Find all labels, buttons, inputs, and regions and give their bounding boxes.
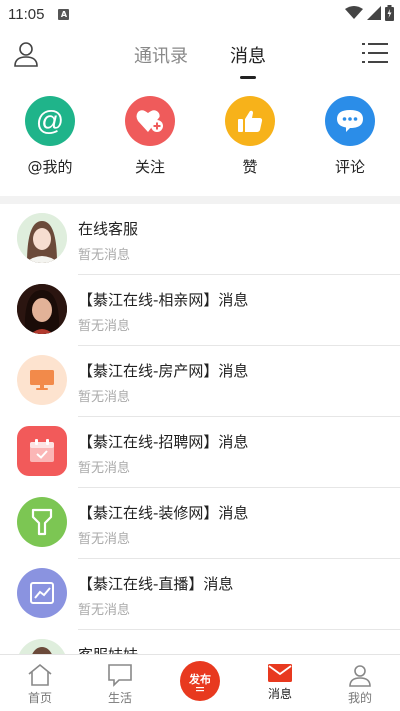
message-row-jobs[interactable]: 【綦江在线-招聘网】消息 暂无消息 [0, 417, 400, 488]
message-title: 【綦江在线-房产网】消息 [78, 362, 249, 380]
status-icons [345, 5, 394, 21]
quick-comments[interactable]: 评论 [300, 96, 400, 186]
nav-label: 消息 [267, 687, 292, 701]
message-subtitle: 暂无消息 [78, 532, 131, 547]
status-time: 11:05 [8, 5, 45, 23]
message-title: 客服妹妹 [78, 644, 138, 654]
quick-actions: @ @我的 关注 赞 评论 [0, 96, 400, 186]
quick-likes[interactable]: 赞 [200, 96, 300, 186]
quick-label: 关注 [134, 158, 165, 176]
publish-button[interactable]: 发布 [180, 661, 220, 701]
chart-icon [17, 568, 67, 618]
section-divider [0, 196, 400, 204]
message-subtitle: 暂无消息 [78, 248, 131, 263]
nav-label: 首页 [27, 691, 52, 705]
nav-label: 我的 [347, 691, 372, 705]
quick-label: @我的 [27, 158, 73, 176]
message-title: 【綦江在线-直播】消息 [78, 575, 234, 593]
message-row-decoration[interactable]: 【綦江在线-装修网】消息 暂无消息 [0, 488, 400, 559]
user-icon [349, 665, 371, 687]
message-row-live[interactable]: 【綦江在线-直播】消息 暂无消息 [0, 559, 400, 630]
message-title: 【綦江在线-相亲网】消息 [78, 291, 249, 309]
quick-at-me[interactable]: @ @我的 [0, 96, 100, 186]
nav-publish[interactable]: 发布 [160, 655, 240, 711]
message-title: 【綦江在线-装修网】消息 [78, 504, 249, 522]
nav-profile[interactable]: 我的 [320, 655, 400, 711]
notification-icon: A [58, 8, 70, 20]
tab-messages[interactable]: 消息 [230, 42, 266, 79]
at-icon: @ [25, 96, 75, 146]
message-title: 在线客服 [78, 220, 139, 238]
mail-icon [268, 664, 292, 682]
quick-follow[interactable]: 关注 [100, 96, 200, 186]
wifi-icon [345, 6, 363, 19]
tab-contacts[interactable]: 通讯录 [134, 42, 188, 76]
message-row-service[interactable]: 客服妹妹 [0, 630, 400, 654]
message-row-realestate[interactable]: 【綦江在线-房产网】消息 暂无消息 [0, 346, 400, 417]
home-icon [28, 663, 52, 686]
equals-icon [196, 686, 204, 691]
bottom-nav: 首页 生活 发布 消息 我的 [0, 654, 400, 711]
message-subtitle: 暂无消息 [78, 603, 131, 618]
support-avatar [17, 213, 67, 263]
message-row-dating[interactable]: 【綦江在线-相亲网】消息 暂无消息 [0, 275, 400, 346]
message-subtitle: 暂无消息 [78, 461, 131, 476]
nav-messages[interactable]: 消息 [240, 655, 320, 711]
message-list: 在线客服 暂无消息 【綦江在线-相亲网】消息 暂无消息 【綦江在线-房产网】消息… [0, 204, 400, 654]
signal-icon [367, 6, 381, 20]
header-tabs: 通讯录 消息 [0, 42, 400, 79]
quick-label: 赞 [242, 158, 258, 176]
thumbs-up-icon [225, 96, 275, 146]
app-header: 通讯录 消息 [0, 28, 400, 84]
chat-icon [108, 664, 132, 687]
menu-icon[interactable] [362, 42, 388, 64]
quick-label: 评论 [334, 158, 365, 176]
nav-life[interactable]: 生活 [80, 655, 160, 711]
message-row-support[interactable]: 在线客服 暂无消息 [0, 204, 400, 275]
nav-home[interactable]: 首页 [0, 655, 80, 711]
message-subtitle: 暂无消息 [78, 319, 131, 334]
support-avatar [17, 639, 67, 654]
status-bar: 11:05 A [0, 0, 400, 28]
monitor-icon [17, 355, 67, 405]
nav-label: 生活 [107, 691, 132, 705]
dating-avatar [17, 284, 67, 334]
battery-icon [385, 5, 394, 21]
calendar-icon [17, 426, 67, 476]
heart-plus-icon [125, 96, 175, 146]
publish-label: 发布 [189, 672, 211, 686]
message-title: 【綦江在线-招聘网】消息 [78, 433, 249, 451]
funnel-icon [17, 497, 67, 547]
chat-bubble-icon [325, 96, 375, 146]
message-subtitle: 暂无消息 [78, 390, 131, 405]
